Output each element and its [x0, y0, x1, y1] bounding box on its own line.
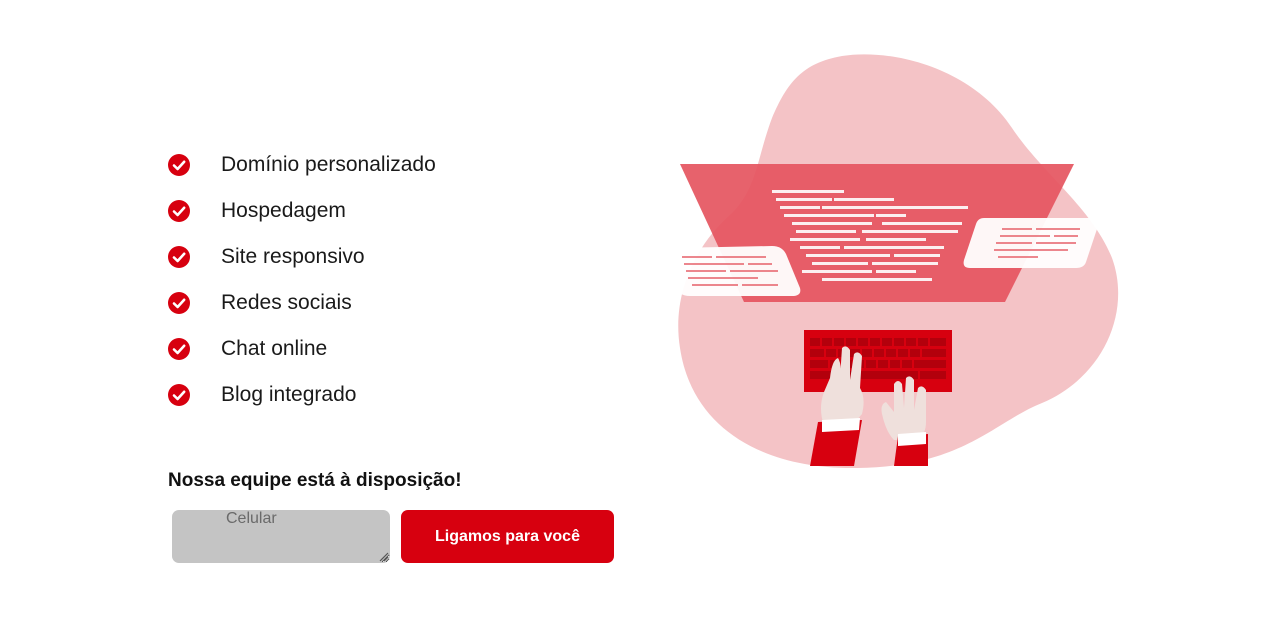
- feature-label: Hospedagem: [221, 199, 346, 222]
- feature-list: Domínio personalizado Hospedagem Site re…: [168, 142, 588, 418]
- feature-item-chat: Chat online: [168, 326, 588, 372]
- feature-item-social: Redes sociais: [168, 280, 588, 326]
- feature-item-blog: Blog integrado: [168, 372, 588, 418]
- feature-item-domain: Domínio personalizado: [168, 142, 588, 188]
- feature-label: Domínio personalizado: [221, 153, 436, 176]
- check-circle-icon: [168, 384, 190, 406]
- left-code-card: [674, 246, 801, 296]
- feature-label: Blog integrado: [221, 383, 357, 406]
- phone-input[interactable]: [172, 510, 390, 563]
- developer-typing-illustration: [674, 54, 1119, 468]
- feature-item-responsive: Site responsivo: [168, 234, 588, 280]
- call-me-button[interactable]: Ligamos para você: [401, 510, 614, 563]
- resize-grip-icon[interactable]: [378, 551, 389, 562]
- feature-label: Redes sociais: [221, 291, 352, 314]
- feature-label: Site responsivo: [221, 245, 365, 268]
- feature-item-hosting: Hospedagem: [168, 188, 588, 234]
- feature-label: Chat online: [221, 337, 328, 360]
- cta-title: Nossa equipe está à disposição!: [168, 470, 462, 491]
- check-circle-icon: [168, 338, 190, 360]
- right-code-card: [963, 218, 1099, 268]
- check-circle-icon: [168, 154, 190, 176]
- check-circle-icon: [168, 292, 190, 314]
- check-circle-icon: [168, 246, 190, 268]
- check-circle-icon: [168, 200, 190, 222]
- keyboard: [804, 330, 952, 392]
